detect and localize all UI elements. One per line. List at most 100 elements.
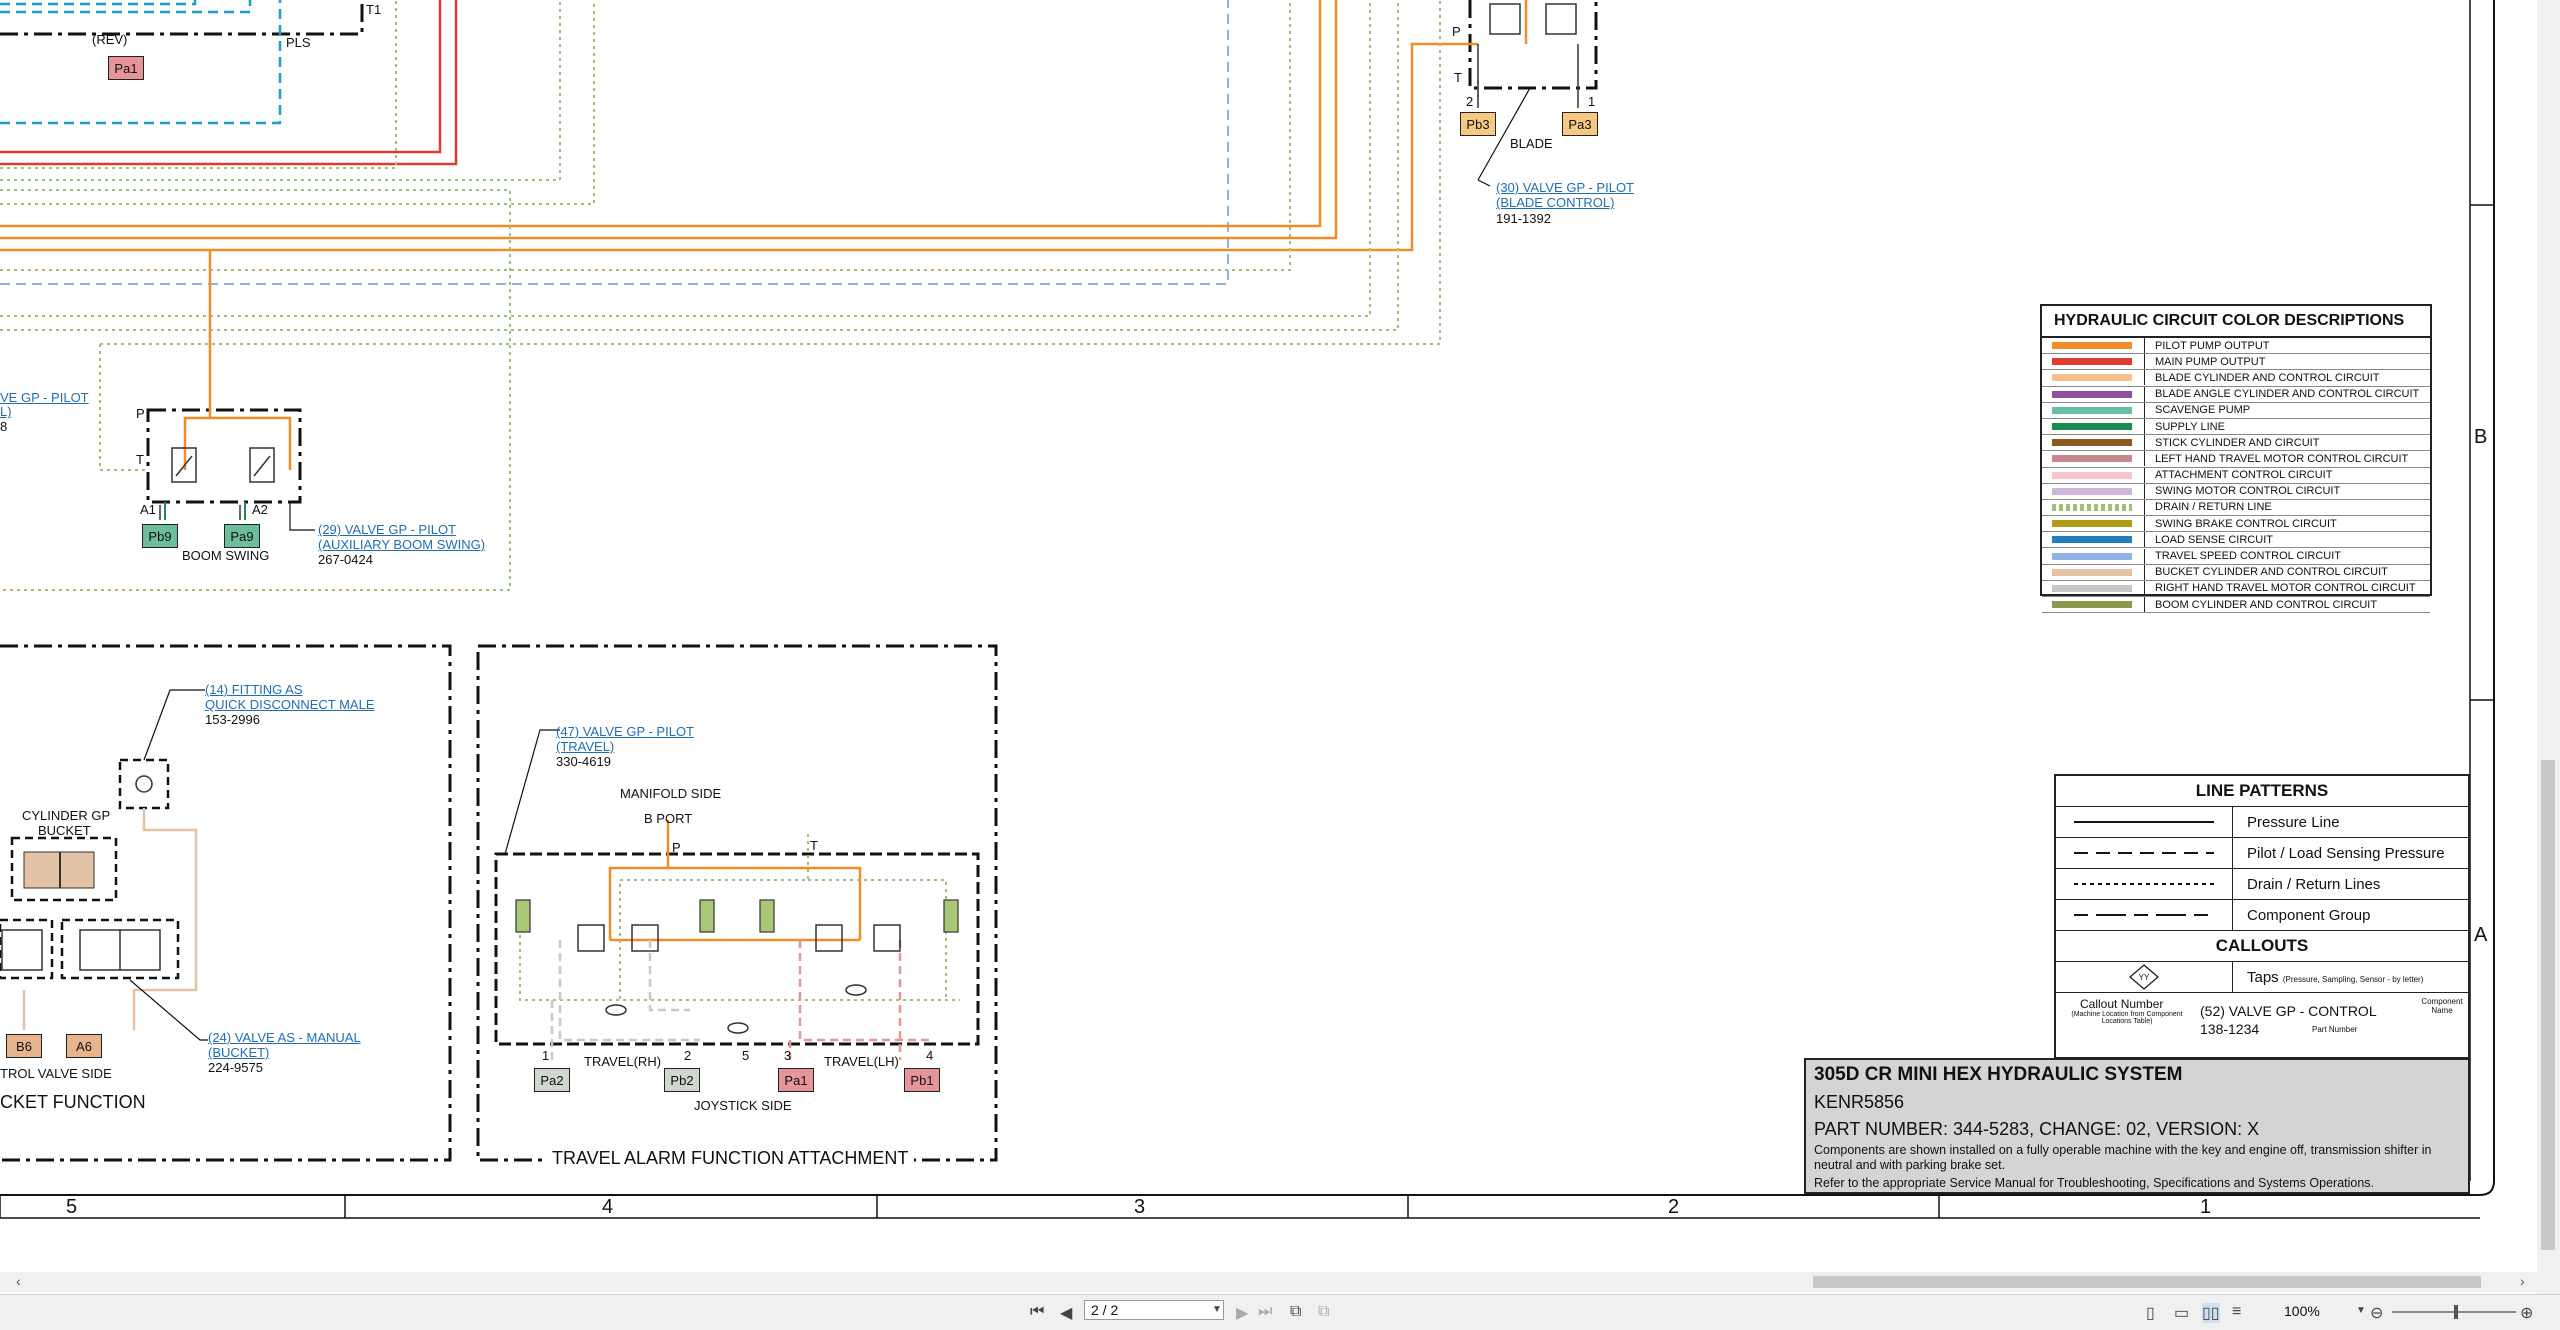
callout-left-name[interactable]: VE GP - PILOT	[0, 390, 89, 405]
next-view-icon[interactable]: ⧉	[1318, 1303, 1329, 1321]
last-page-icon[interactable]: ⏭	[1258, 1303, 1272, 1321]
first-page-icon[interactable]: ⏮	[1030, 1303, 1044, 1321]
callout-47-name[interactable]: (47) VALVE GP - PILOT	[556, 724, 694, 739]
scroll-right-icon[interactable]: ›	[2520, 1273, 2525, 1289]
callout-29-part: 267-0424	[318, 552, 373, 567]
document-id: KENR5856	[1814, 1092, 1905, 1112]
color-swatch	[2052, 520, 2132, 528]
travel-t-label: T	[810, 838, 818, 853]
travel-rh-label: TRAVEL(RH)	[584, 1054, 662, 1069]
color-table-divider	[2144, 370, 2145, 386]
scroll-left-icon[interactable]: ‹	[16, 1273, 21, 1289]
pattern-pressure-label: Pressure Line	[2247, 813, 2340, 831]
example-part: 138-1234	[2200, 1021, 2260, 1037]
blade-p-label: P	[1452, 24, 1461, 39]
color-swatch	[2052, 552, 2132, 560]
boom-swing-label: BOOM SWING	[182, 548, 270, 563]
zone-b: B	[2474, 426, 2488, 448]
document-viewport[interactable]: (REV) PLS T1 Pa1 P T 2 1 Pb3 Pa3 BLADE (…	[0, 0, 2537, 1270]
color-table-divider	[2144, 564, 2145, 580]
color-description: RIGHT HAND TRAVEL MOTOR CONTROL CIRCUIT	[2155, 582, 2416, 595]
port-3-label: 3	[784, 1048, 792, 1063]
color-table-row: SCAVENGE PUMP	[2042, 402, 2430, 419]
viewer-toolbar: ⏮ ◀ 2 / 2 ▼ ▶ ⏭ ⧉ ⧉ ▯ ▭ ▯▯ ≡ 100% ▼ ⊖ ⊕	[0, 1294, 2560, 1330]
note-service-manual: Refer to the appropriate Service Manual …	[1814, 1176, 2375, 1190]
pattern-component-group-label: Component Group	[2247, 906, 2371, 924]
zoom-slider-handle[interactable]	[2454, 1305, 2458, 1319]
vertical-scroll-thumb[interactable]	[2541, 760, 2555, 1250]
zone-1: 1	[2200, 1196, 2212, 1218]
callout-number-label: Callout Number	[2080, 997, 2164, 1011]
color-swatch	[2052, 455, 2132, 463]
tap-pa9: Pa9	[224, 524, 260, 548]
line-patterns-title: LINE PATTERNS	[2056, 776, 2468, 807]
color-table-divider	[2144, 338, 2145, 354]
callout-14-part: 153-2996	[205, 712, 260, 727]
color-table-row: BOOM CYLINDER AND CONTROL CIRCUIT	[2042, 597, 2430, 614]
previous-page-icon[interactable]: ◀	[1060, 1303, 1072, 1323]
zone-2: 2	[1668, 1196, 1680, 1218]
color-table-row: SUPPLY LINE	[2042, 419, 2430, 436]
callout-47-desc[interactable]: (TRAVEL)	[556, 739, 614, 754]
callout-29-desc[interactable]: (AUXILIARY BOOM SWING)	[318, 537, 485, 552]
color-table-divider	[2144, 354, 2145, 370]
color-table-row: BLADE CYLINDER AND CONTROL CIRCUIT	[2042, 370, 2430, 387]
zoom-out-icon[interactable]: ⊖	[2370, 1303, 2383, 1323]
tap-pa2: Pa2	[534, 1068, 570, 1092]
tap-pa3: Pa3	[1562, 112, 1598, 136]
zoom-in-icon[interactable]: ⊕	[2520, 1303, 2533, 1323]
single-page-view-icon[interactable]: ▯	[2146, 1303, 2155, 1323]
color-table-divider	[2144, 580, 2145, 596]
travel-p-label: P	[672, 840, 681, 855]
callout-30-name[interactable]: (30) VALVE GP - PILOT	[1496, 180, 1634, 195]
boom-swing-t-label: T	[136, 452, 144, 467]
document-title: 305D CR MINI HEX HYDRAULIC SYSTEM	[1814, 1064, 2183, 1085]
color-description: MAIN PUMP OUTPUT	[2155, 355, 2266, 368]
color-swatch	[2052, 406, 2132, 414]
color-table-row: MAIN PUMP OUTPUT	[2042, 354, 2430, 371]
zoom-dropdown-icon[interactable]: ▼	[2356, 1305, 2366, 1316]
horizontal-scroll-thumb[interactable]	[1813, 1276, 2481, 1288]
t1-label: T1	[366, 2, 382, 17]
travel-lh-label: TRAVEL(LH)	[824, 1054, 899, 1069]
previous-view-icon[interactable]: ⧉	[1290, 1303, 1301, 1321]
continuous-facing-view-icon[interactable]: ≡	[2232, 1303, 2241, 1321]
facing-view-icon[interactable]: ▯▯	[2202, 1303, 2220, 1323]
callout-example: Callout Number (Machine Location from Co…	[2056, 993, 2468, 1045]
zoom-slider[interactable]	[2392, 1305, 2516, 1319]
port-1-label: 1	[542, 1048, 550, 1063]
callout-24-name[interactable]: (24) VALVE AS - MANUAL	[208, 1030, 361, 1045]
color-table-row: SWING BRAKE CONTROL CIRCUIT	[2042, 516, 2430, 533]
color-table-divider	[2144, 532, 2145, 548]
color-table-rows: PILOT PUMP OUTPUT MAIN PUMP OUTPUT BLADE C…	[2042, 338, 2430, 614]
continuous-view-icon[interactable]: ▭	[2174, 1303, 2189, 1323]
next-page-icon[interactable]: ▶	[1236, 1303, 1248, 1323]
callout-14-name[interactable]: (14) FITTING AS	[205, 682, 303, 697]
callout-30-desc[interactable]: (BLADE CONTROL)	[1496, 195, 1614, 210]
vertical-scrollbar[interactable]	[2537, 0, 2560, 1294]
bucket-function-label: CKET FUNCTION	[0, 1092, 146, 1112]
pattern-row-pilot: Pilot / Load Sensing Pressure	[2056, 838, 2468, 869]
callout-24-desc[interactable]: (BUCKET)	[208, 1045, 269, 1060]
zoom-level[interactable]: 100%	[2284, 1303, 2320, 1319]
color-table-row: BUCKET CYLINDER AND CONTROL CIRCUIT	[2042, 564, 2430, 581]
callout-14-desc[interactable]: QUICK DISCONNECT MALE	[205, 697, 375, 712]
color-swatch	[2052, 423, 2132, 431]
port-4-label: 4	[926, 1048, 934, 1063]
callout-left-desc[interactable]: L)	[0, 404, 12, 419]
color-description: PILOT PUMP OUTPUT	[2155, 339, 2270, 352]
horizontal-scrollbar[interactable]: ‹ ›	[0, 1272, 2537, 1292]
zone-3: 3	[1134, 1196, 1146, 1218]
tap-pb3: Pb3	[1460, 112, 1496, 136]
bucket-label: BUCKET	[38, 823, 91, 838]
tap-b6: B6	[6, 1034, 42, 1058]
callout-number-note: (Machine Location from Component Locatio…	[2071, 1011, 2183, 1025]
page-dropdown-icon[interactable]: ▼	[1212, 1304, 1222, 1315]
page-number-input[interactable]: 2 / 2	[1084, 1300, 1224, 1320]
callout-29-name[interactable]: (29) VALVE GP - PILOT	[318, 522, 456, 537]
color-table-divider	[2144, 435, 2145, 451]
zone-5: 5	[66, 1196, 78, 1218]
pattern-drain-label: Drain / Return Lines	[2247, 875, 2381, 893]
note-installed: Components are shown installed on a full…	[1814, 1143, 2432, 1172]
color-table-row: ATTACHMENT CONTROL CIRCUIT	[2042, 467, 2430, 484]
